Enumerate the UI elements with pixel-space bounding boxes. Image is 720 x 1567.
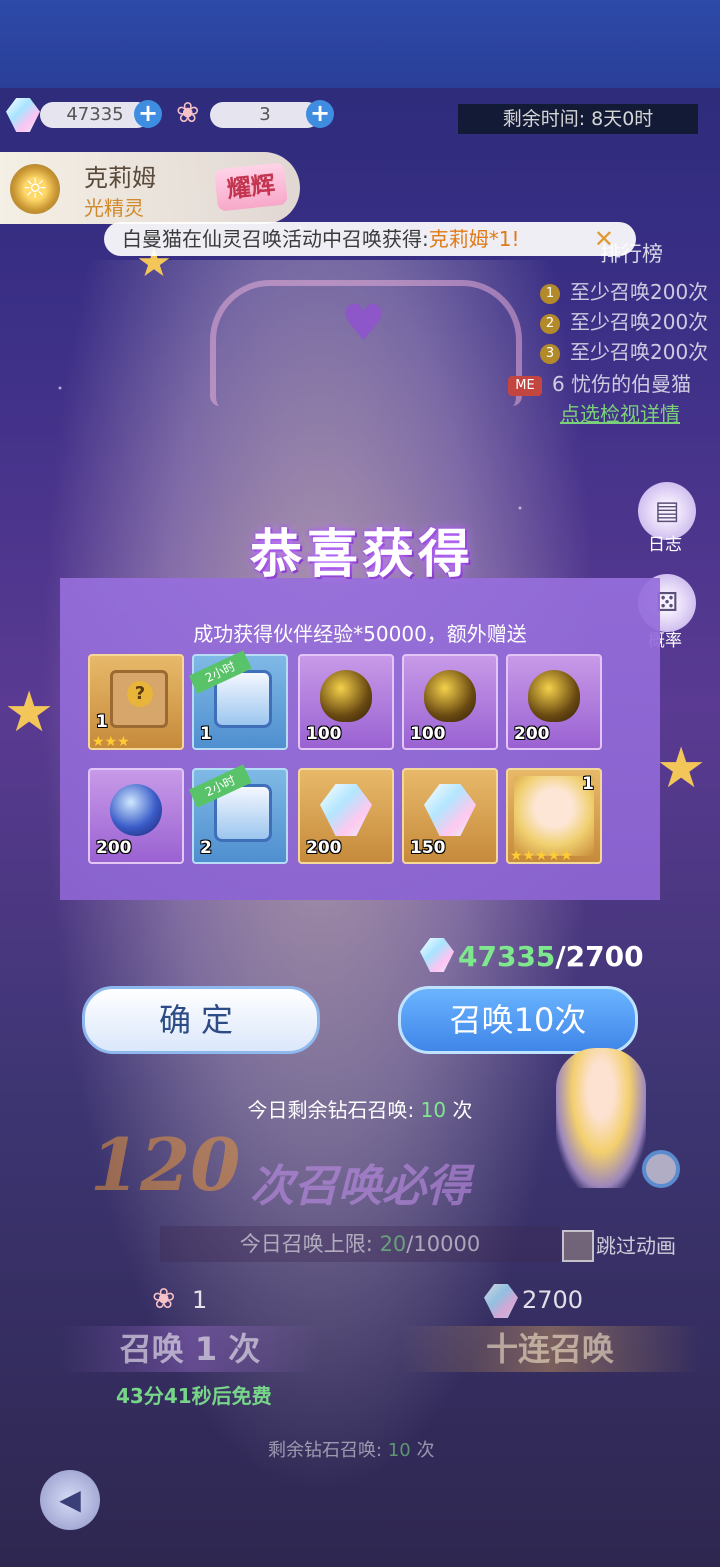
reward-description: 成功获得伙伴经验*50000，额外赠送	[193, 622, 527, 646]
rank-number: ME	[508, 376, 542, 396]
reward-item[interactable]: 100	[402, 654, 498, 750]
rank-badge: 耀辉	[213, 162, 289, 212]
heart-frame-art	[210, 280, 522, 406]
free-suffix: 后免费	[211, 1384, 272, 1408]
skip-animation-checkbox[interactable]	[562, 1230, 594, 1262]
confirm-button[interactable]: 确定	[82, 986, 320, 1054]
reward-item[interactable]: 1 ★★★	[88, 654, 184, 750]
tulip-icon: ❀	[152, 1282, 176, 1315]
light-element-icon: ☼	[10, 164, 60, 214]
reward-item[interactable]: 2小时 1	[188, 650, 288, 750]
rank-number: 3	[540, 344, 560, 364]
hero-class: 光精灵	[84, 196, 144, 220]
daily-limit: 今日召唤上限: 20/10000	[160, 1226, 560, 1262]
crystal-orb-icon	[110, 784, 162, 836]
summon-cost: 47335/2700	[458, 940, 644, 973]
ranking-row: 1 至少召唤200次	[540, 276, 708, 305]
item-quantity: 1	[200, 724, 212, 744]
mystery-box-icon	[110, 670, 168, 728]
announcement-marquee: 白曼猫在仙灵召唤活动中召唤获得:克莉姆*1! ✕	[104, 222, 636, 256]
star-decoration-icon: ★	[4, 680, 55, 745]
single-summon-cost: 1	[192, 1286, 208, 1314]
daily-remaining-unit: 次	[452, 1098, 473, 1122]
item-quantity: 200	[306, 838, 342, 858]
daily-remaining-label: 今日剩余钻石召唤:	[247, 1098, 415, 1122]
reward-item[interactable]: 1 ★★★★★	[506, 768, 602, 864]
back-button[interactable]: ◀	[40, 1470, 100, 1530]
reward-item[interactable]: 150	[402, 768, 498, 864]
daily-limit-current: 20	[379, 1232, 407, 1256]
gems-required: /2700	[555, 940, 644, 973]
event-timer: 剩余时间: 8天0时	[458, 104, 698, 134]
rank-number: 1	[540, 284, 560, 304]
marquee-text: 白曼猫在仙灵召唤活动中召唤获得:	[122, 227, 429, 251]
log-label: 日志	[648, 535, 682, 555]
ranking-title[interactable]: 排行榜	[600, 238, 663, 268]
diamond-gem-icon	[424, 784, 476, 836]
summon-10-button[interactable]: 召唤10次	[398, 986, 638, 1054]
ten-summon-cost: 2700	[522, 1286, 584, 1314]
log-icon: ▤	[654, 496, 680, 526]
remain-unit: 次	[416, 1440, 435, 1461]
rank-text: 至少召唤200次	[570, 310, 709, 334]
item-quantity: 2	[200, 838, 212, 858]
item-quantity: 200	[514, 724, 550, 744]
hero-name: 克莉姆	[84, 164, 156, 192]
daily-limit-max: /10000	[406, 1232, 481, 1256]
rank-number: 2	[540, 314, 560, 334]
add-tulips-button[interactable]: +	[306, 100, 334, 128]
remaining-diamond-summons: 剩余钻石召唤: 10 次	[268, 1436, 434, 1462]
item-stars: ★★★	[92, 734, 130, 750]
diamond-gem-icon	[320, 784, 372, 836]
reward-item[interactable]: 2小时 2	[188, 764, 288, 864]
tulip-icon: ❀	[176, 96, 200, 129]
item-quantity: 100	[306, 724, 342, 744]
reward-title: 恭喜获得	[250, 525, 475, 585]
free-time: 43分41秒	[116, 1384, 212, 1408]
add-gems-button[interactable]: +	[134, 100, 162, 128]
rank-text: 至少召唤200次	[570, 340, 709, 364]
rank-text: 至少召唤200次	[570, 280, 709, 304]
item-quantity: 200	[96, 838, 132, 858]
remain-count: 10	[387, 1440, 411, 1461]
remain-label: 剩余钻石召唤:	[268, 1440, 383, 1461]
reward-item[interactable]: 200	[88, 768, 184, 864]
ranking-row: 3 至少召唤200次	[540, 336, 708, 365]
top-banner	[0, 0, 720, 88]
golden-egg-icon	[424, 670, 476, 722]
summon-once-button[interactable]: 召唤 1 次	[60, 1326, 320, 1372]
reward-item[interactable]: 100	[298, 654, 394, 750]
marquee-highlight: 克莉姆*1!	[428, 227, 520, 251]
ranking-row-me: ME 6 忧伤的伯曼猫	[508, 368, 691, 397]
guarantee-number: 120	[90, 1122, 241, 1207]
gems-owned: 47335	[458, 940, 556, 973]
reward-item[interactable]: 200	[506, 654, 602, 750]
gem-icon	[6, 98, 40, 132]
ranking-details-link[interactable]: 点选检视详情	[560, 398, 680, 427]
ten-summon-button[interactable]: 十连召唤	[400, 1326, 700, 1372]
free-summon-timer: 43分41秒后免费	[116, 1380, 272, 1409]
daily-remaining-count: 10	[420, 1098, 447, 1122]
back-arrow-icon: ◀	[59, 1483, 81, 1516]
ranking-row: 2 至少召唤200次	[540, 306, 708, 335]
golden-egg-icon	[320, 670, 372, 722]
item-quantity: 1	[96, 712, 108, 732]
golden-egg-icon	[528, 670, 580, 722]
reward-item[interactable]: 200	[298, 768, 394, 864]
star-decoration-icon: ★	[656, 736, 707, 801]
tulip-count: 3	[210, 102, 320, 128]
rank-text: 6 忧伤的伯曼猫	[552, 372, 692, 396]
search-icon	[642, 1150, 680, 1188]
daily-limit-label: 今日召唤上限:	[239, 1232, 373, 1256]
item-quantity: 150	[410, 838, 446, 858]
skip-animation-label: 跳过动画	[596, 1234, 676, 1258]
item-quantity: 100	[410, 724, 446, 744]
guarantee-text: 次召唤必得	[250, 1161, 470, 1212]
chibi-character	[556, 1048, 646, 1188]
item-quantity: 1	[582, 774, 594, 794]
